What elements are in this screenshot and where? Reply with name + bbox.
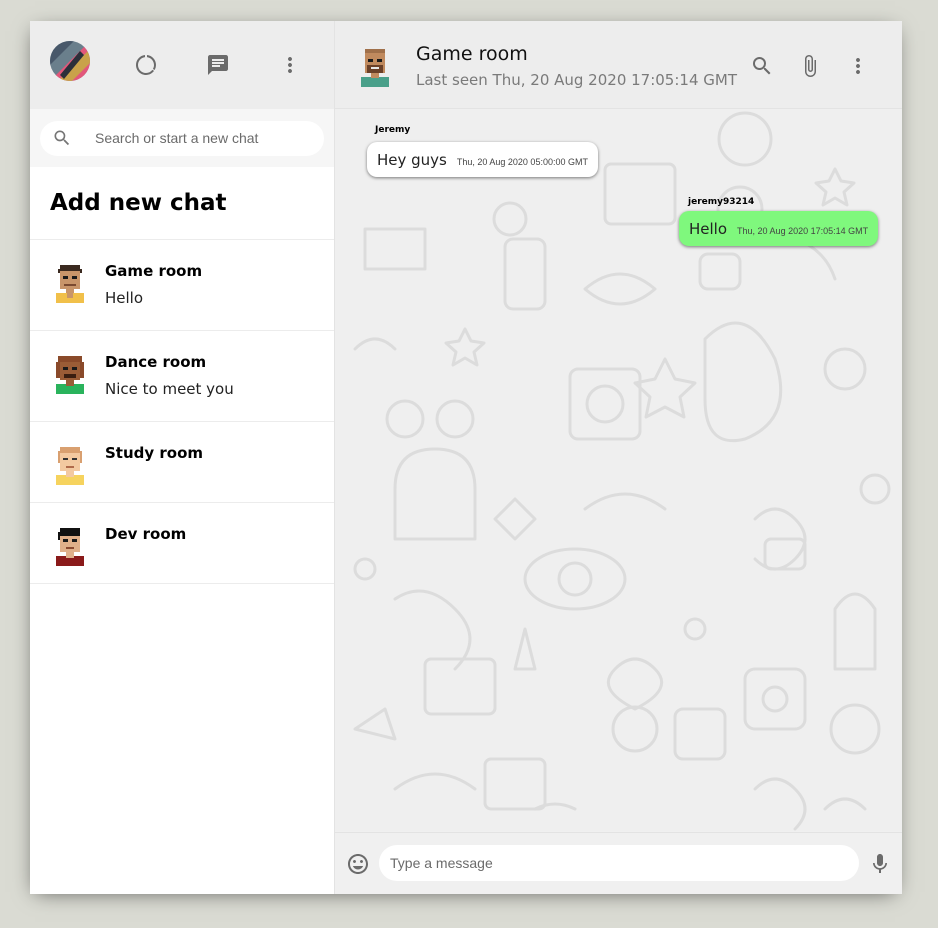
message-timestamp: Thu, 20 Aug 2020 05:00:00 GMT (456, 157, 588, 167)
sidebar: Add new chat (30, 21, 335, 894)
chat-icon[interactable] (206, 53, 230, 77)
search-icon[interactable] (750, 54, 774, 78)
mic-icon[interactable] (868, 852, 892, 876)
room-avatar (52, 354, 88, 394)
message-text: Hey guys (377, 151, 447, 169)
add-new-chat[interactable]: Add new chat (30, 167, 334, 240)
sidebar-item-dev-room[interactable]: Dev room (30, 503, 334, 584)
room-last-message: Nice to meet you (105, 380, 234, 398)
chat-title: Game room (416, 43, 528, 65)
room-avatar[interactable] (359, 47, 391, 87)
message-sender: jeremy93214 (688, 197, 755, 207)
message-input[interactable] (379, 845, 859, 881)
more-vert-icon[interactable] (846, 54, 870, 78)
message-bubble-own: Hello Thu, 20 Aug 2020 17:05:14 GMT (679, 211, 879, 246)
room-name: Study room (105, 444, 204, 462)
room-avatar (52, 526, 88, 566)
last-seen: Last seen Thu, 20 Aug 2020 17:05:14 GMT (416, 71, 737, 89)
search-bar (30, 109, 334, 167)
message-sender: Jeremy (375, 125, 411, 135)
search-icon (54, 130, 70, 146)
add-new-chat-label: Add new chat (50, 190, 227, 216)
chat-header: Game room Last seen Thu, 20 Aug 2020 17:… (335, 21, 902, 109)
whatsapp-clone-window: Add new chat (30, 21, 902, 894)
room-name: Game room (105, 262, 203, 280)
message-timestamp: Thu, 20 Aug 2020 17:05:14 GMT (737, 226, 869, 236)
room-name: Dev room (105, 525, 187, 543)
room-name: Dance room (105, 353, 207, 371)
more-vert-icon[interactable] (278, 53, 302, 77)
search-input[interactable] (95, 130, 305, 146)
room-avatar (52, 445, 88, 485)
sidebar-item-dance-room[interactable]: Dance room Nice to meet you (30, 331, 334, 422)
chat-body[interactable]: Jeremy Hey guys Thu, 20 Aug 2020 05:00:0… (335, 109, 902, 832)
chat-list: Add new chat Game room Hello Dance room … (30, 167, 334, 894)
sidebar-item-game-room[interactable]: Game room Hello (30, 240, 334, 331)
room-avatar (52, 263, 88, 303)
emoji-icon[interactable] (346, 852, 370, 876)
status-icon[interactable] (134, 53, 158, 77)
chat-pane: Game room Last seen Thu, 20 Aug 2020 17:… (335, 21, 902, 894)
attach-icon[interactable] (798, 54, 822, 78)
sidebar-header (30, 21, 334, 109)
sidebar-item-study-room[interactable]: Study room (30, 422, 334, 503)
chat-footer (335, 832, 902, 894)
room-last-message: Hello (105, 289, 144, 307)
search-box[interactable] (40, 120, 324, 156)
message-text: Hello (689, 220, 728, 238)
message-bubble: Hey guys Thu, 20 Aug 2020 05:00:00 GMT (367, 142, 598, 177)
